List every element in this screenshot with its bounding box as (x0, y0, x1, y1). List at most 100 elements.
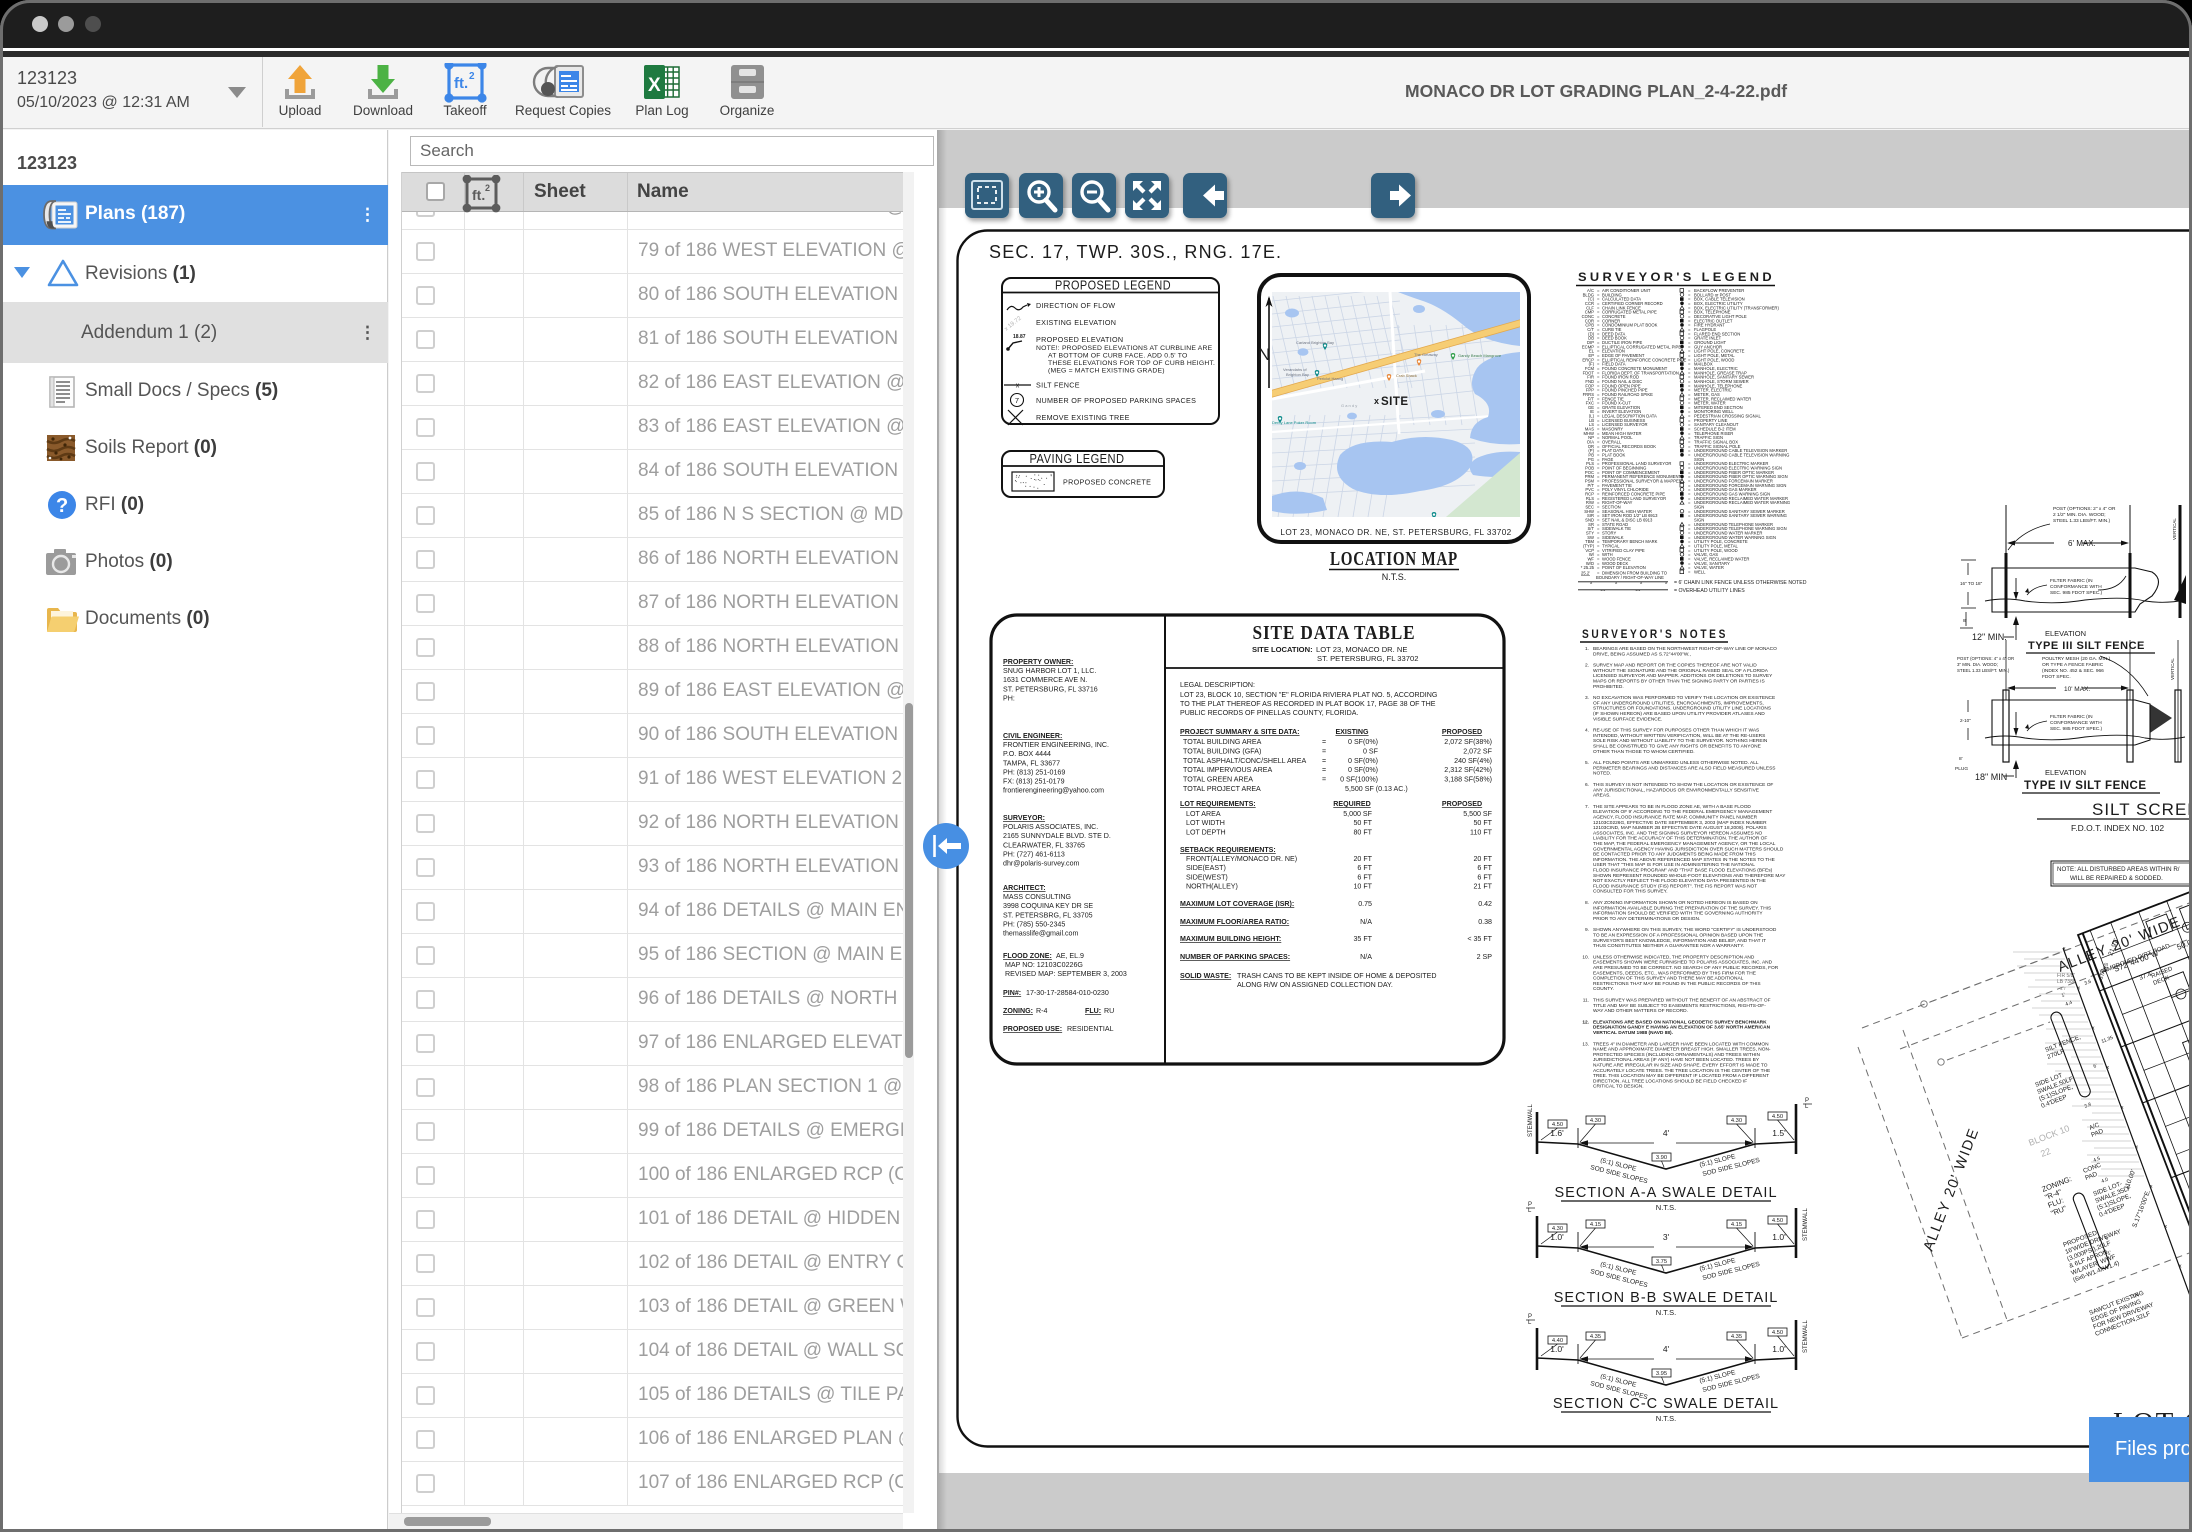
svg-text:1.5': 1.5' (1772, 1128, 1786, 1138)
svg-text:TO BE AN EXPRESSION OF A PROFE: TO BE AN EXPRESSION OF A PROFESSIONAL OP… (1593, 933, 1763, 939)
svg-text:VISIBLE SURFACE EVIDENCE.: VISIBLE SURFACE EVIDENCE. (1593, 716, 1662, 722)
svg-text:10 FT: 10 FT (1353, 883, 1372, 891)
svg-text:3998 COQUINA KEY DR SE: 3998 COQUINA KEY DR SE (1003, 902, 1093, 910)
svg-text:CIVIL ENGINEER:: CIVIL ENGINEER: (1003, 732, 1062, 740)
svg-text:L: L (1528, 1320, 1532, 1326)
svg-text:12.: 12. (1582, 1019, 1589, 1025)
svg-text:ST. PETERSBURG, FL 33716: ST. PETERSBURG, FL 33716 (1003, 685, 1098, 693)
svg-text:LEGAL DESCRIPTION:: LEGAL DESCRIPTION: (1180, 681, 1255, 689)
svg-text:2-10": 2-10" (1960, 718, 1971, 723)
svg-text:REQUIRED: REQUIRED (1333, 800, 1370, 808)
svg-text:CONFORMANCE WITH: CONFORMANCE WITH (2050, 720, 2102, 726)
svg-text:4.15: 4.15 (1590, 1222, 1601, 1228)
svg-text:JURISDICTIONAL AREAS (IF ANY): JURISDICTIONAL AREAS (IF ANY) HAVE NOT B… (1593, 1057, 1760, 1063)
svg-text:L: L (1805, 1104, 1809, 1110)
svg-text:themasslife@gmail.com: themasslife@gmail.com (1003, 930, 1078, 938)
svg-text:DIRECTION. ALL TREE LOCATIONS: DIRECTION. ALL TREE LOCATIONS SHOULD BE … (1593, 1078, 1747, 1084)
svg-text:USER THAT "THIS MAP IS FOR USE: USER THAT "THIS MAP IS FOR USE IN ADMINI… (1593, 862, 1755, 868)
svg-text:1631 COMMERCE AVE N.: 1631 COMMERCE AVE N. (1003, 676, 1087, 684)
svg-text:TOTAL PROJECT AREA: TOTAL PROJECT AREA (1183, 785, 1261, 793)
svg-text:NORTH(ALLEY): NORTH(ALLEY) (1186, 883, 1238, 891)
svg-text:=: = (1688, 500, 1691, 505)
svg-text:4.30: 4.30 (1731, 1118, 1742, 1124)
svg-text:1.: 1. (1585, 646, 1589, 652)
svg-text:STEMWALL: STEMWALL (1528, 1104, 1534, 1137)
svg-text:VERTICAL: VERTICAL (2172, 518, 2177, 540)
svg-text:STEMWALL: STEMWALL (1803, 1320, 1809, 1353)
svg-text:PLUG: PLUG (1955, 766, 1968, 772)
svg-text:0.38: 0.38 (1478, 918, 1492, 926)
svg-text:FILTER FABRIC (IN: FILTER FABRIC (IN (2050, 714, 2093, 720)
svg-text:SECTION C-C SWALE DETAIL: SECTION C-C SWALE DETAIL (1553, 1396, 1779, 1412)
svg-text:SECTION A-A SWALE DETAIL: SECTION A-A SWALE DETAIL (1554, 1185, 1777, 1201)
svg-text:1.0': 1.0' (1772, 1232, 1786, 1242)
svg-text:1': 1' (2107, 1250, 2113, 1257)
svg-text:LOT DEPTH: LOT DEPTH (1186, 828, 1226, 836)
svg-text:MAPS OR REPORTS BY OTHER THAN: MAPS OR REPORTS BY OTHER THAN THE SIGNIN… (1593, 679, 1765, 685)
svg-text:dhr@polaris-survey.com: dhr@polaris-survey.com (1003, 860, 1080, 868)
svg-text:TAMPA, FL 33677: TAMPA, FL 33677 (1003, 759, 1060, 767)
svg-text:x: x (1665, 580, 1668, 585)
svg-text:110.00': 110.00' (2123, 1169, 2137, 1191)
svg-text:EXISTING ELEVATION: EXISTING ELEVATION (1036, 318, 1116, 327)
svg-text:SOLE RISK AND WITHOUT LIABILIT: SOLE RISK AND WITHOUT LIABILITY TO THE S… (1593, 738, 1768, 744)
svg-text:0 SF(0%): 0 SF(0%) (1348, 738, 1378, 746)
svg-text:INTENDED, WITHOUT WRITTEN VERI: INTENDED, WITHOUT WRITTEN VERIFICATION, … (1593, 733, 1765, 739)
svg-text:WILL BE REPAIRED & SODDED.: WILL BE REPAIRED & SODDED. (2070, 875, 2163, 882)
svg-text:NOTED.: NOTED. (1593, 771, 1611, 777)
svg-text:EASEMENTS, DEEDS, ETC., WAS PE: EASEMENTS, DEEDS, ETC., WAS PERFORMED BY… (1593, 970, 1756, 976)
svg-text:4.40: 4.40 (1552, 1338, 1563, 1344)
svg-text:ANY JURISDICTIONAL, HAZARDOUS: ANY JURISDICTIONAL, HAZARDOUS OR ENVIRON… (1593, 787, 1759, 793)
svg-text:TYPE IV SILT FENCE: TYPE IV SILT FENCE (2024, 780, 2147, 792)
svg-text:SHOWN ANYWHERE ON THIS SURVEY,: SHOWN ANYWHERE ON THIS SURVEY, THE WORD … (1593, 927, 1777, 933)
svg-text:LOT REQUIREMENTS:: LOT REQUIREMENTS: (1180, 800, 1256, 808)
svg-text:SETBACK REQUIREMENTS:: SETBACK REQUIREMENTS: (1180, 846, 1276, 854)
svg-text:Crab Shack: Crab Shack (1396, 373, 1417, 378)
svg-text:Osprey Viewing Area: Osprey Viewing Area (1440, 516, 1478, 521)
svg-text:AREAS.: AREAS. (1593, 793, 1611, 799)
svg-text:ELEVATIONS ARE BASED ON NATION: ELEVATIONS ARE BASED ON NATIONAL GEODETI… (1593, 1019, 1767, 1025)
svg-text:UNDERGROUND RECLAIMED WATER WA: UNDERGROUND RECLAIMED WATER WARNING (1694, 500, 1790, 505)
svg-text:N/A: N/A (1360, 918, 1372, 926)
svg-text:17-30-17-28584-010-0230: 17-30-17-28584-010-0230 (1026, 989, 1109, 997)
svg-text:GOVERNMENTAL AGENCY HAVING JUR: GOVERNMENTAL AGENCY HAVING JURISDICTION … (1593, 846, 1784, 852)
svg-text:MAXIMUM BUILDING HEIGHT:: MAXIMUM BUILDING HEIGHT: (1180, 935, 1281, 943)
svg-text:frontierengineering@yahoo.com: frontierengineering@yahoo.com (1003, 787, 1104, 795)
svg-text:AE, EL.9: AE, EL.9 (1056, 952, 1084, 960)
svg-text:SOLID WASTE:: SOLID WASTE: (1180, 972, 1231, 980)
svg-text:Periclot Haang: Periclot Haang (1317, 376, 1343, 381)
svg-text:=: = (1322, 757, 1326, 765)
svg-text:TRASH CANS TO BE KEPT INSIDE O: TRASH CANS TO BE KEPT INSIDE OF HOME & D… (1237, 972, 1436, 980)
svg-text:WITHOUT THE SIGNATURE AND THE: WITHOUT THE SIGNATURE AND THE ORIGINAL R… (1593, 668, 1769, 674)
svg-text:THIS SURVEY IS NOT INTENDED TO: THIS SURVEY IS NOT INTENDED TO SHOW THE … (1593, 782, 1773, 788)
svg-text:CONSULTED FOR THIS SURVEY.: CONSULTED FOR THIS SURVEY. (1593, 889, 1668, 895)
svg-text:4.15: 4.15 (1731, 1222, 1742, 1228)
svg-text:FX: (813) 251-0179: FX: (813) 251-0179 (1003, 778, 1065, 786)
svg-text:20 FT: 20 FT (1353, 855, 1372, 863)
svg-text:2 1/2" MIN. DIA. WOOD;: 2 1/2" MIN. DIA. WOOD; (2053, 512, 2106, 518)
svg-text:N.T.S.: N.T.S. (1656, 1414, 1676, 1423)
svg-text:x: x (1615, 580, 1618, 585)
svg-text:CLEARWATER, FL 33765: CLEARWATER, FL 33765 (1003, 841, 1085, 849)
svg-text:L: L (1528, 1208, 1532, 1214)
svg-text:PROPERTY OWNER:: PROPERTY OWNER: (1003, 658, 1073, 666)
svg-text:FRONTIER ENGINEERING, INC.: FRONTIER ENGINEERING, INC. (1003, 741, 1109, 749)
svg-text:UNDERGROUND SANITARY SEWER WAR: UNDERGROUND SANITARY SEWER WARNING (1694, 513, 1787, 518)
svg-text:PRIOR TO ANY DETERMINATIONS OR: PRIOR TO ANY DETERMINATIONS OR DESIGN. (1593, 916, 1700, 922)
svg-text:UNDERGROUND CABLE TELEVISION W: UNDERGROUND CABLE TELEVISION WARNING (1694, 453, 1789, 458)
svg-text:REVISED MAP: SEPTEMBER 3, 200: REVISED MAP: SEPTEMBER 3, 2003 (1005, 970, 1127, 978)
svg-text:x: x (1016, 383, 1020, 390)
svg-text:4.0: 4.0 (2101, 1177, 2110, 1185)
svg-text:4.30: 4.30 (1552, 1226, 1563, 1232)
svg-text:8.: 8. (1585, 900, 1589, 906)
svg-text:LOCATION MAP: LOCATION MAP (1330, 548, 1458, 570)
svg-text:SEC. 17, TWP. 30S., RNG.: SEC. 17, TWP. 30S., RNG. 17E. (989, 242, 1282, 262)
svg-text:< 35 FT: < 35 FT (1467, 935, 1492, 943)
svg-text:x: x (2078, 986, 2081, 992)
svg-text:0 SF(0%): 0 SF(0%) (1348, 766, 1378, 774)
svg-text:UNLESS OTHERWISE INDICATED, TH: UNLESS OTHERWISE INDICATED, THE PROPERTY… (1593, 954, 1755, 960)
svg-text:SEC. 985 FDOT SPEC.): SEC. 985 FDOT SPEC.) (2050, 726, 2103, 732)
svg-text:Carland Brighton Bay: Carland Brighton Bay (1296, 340, 1334, 345)
svg-text:4.35: 4.35 (1590, 1334, 1601, 1340)
svg-text:TREES 4" IN DIAMETER AND LARGE: TREES 4" IN DIAMETER AND LARGER HAVE BEE… (1593, 1041, 1769, 1047)
